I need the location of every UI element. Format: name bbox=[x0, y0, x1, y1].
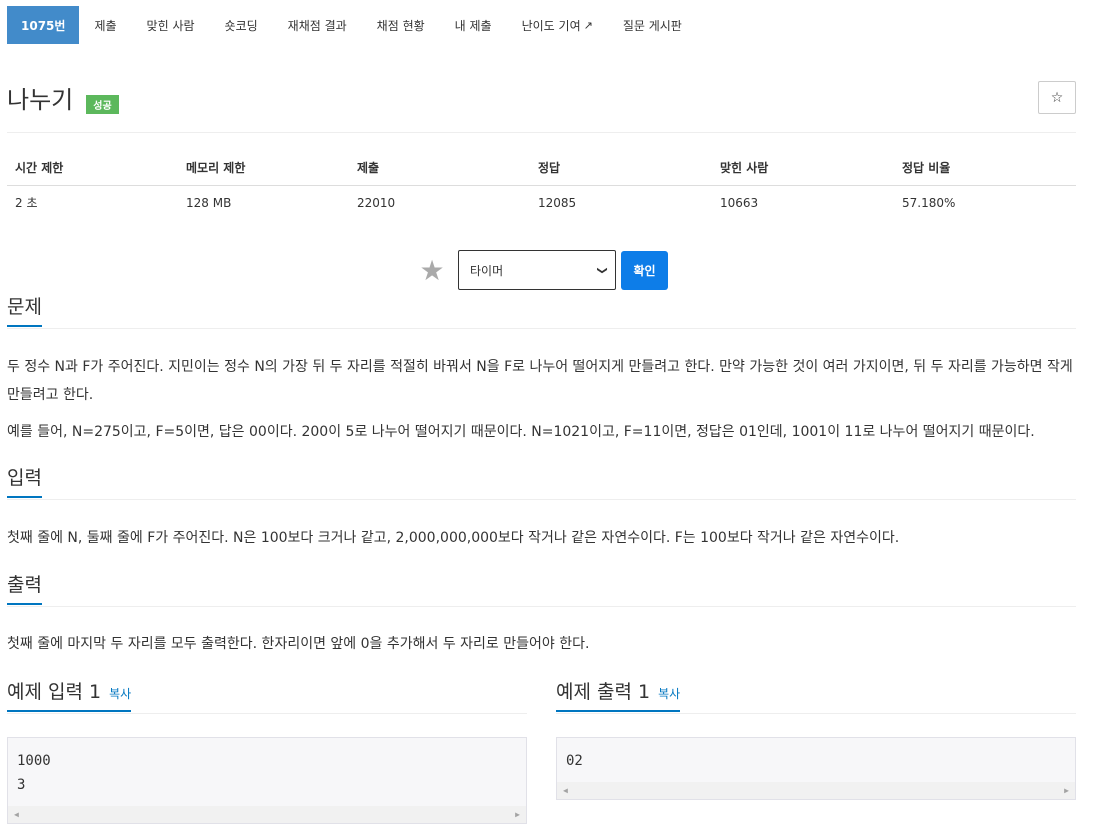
description-paragraph-1: 두 정수 N과 F가 주어진다. 지민이는 정수 N의 가장 뒤 두 자리를 적… bbox=[7, 359, 1073, 403]
solved-users-value: 10663 bbox=[720, 195, 759, 210]
problem-header: 나누기 성공 ☆ bbox=[7, 78, 1076, 124]
favorite-button[interactable]: ☆ bbox=[1038, 81, 1076, 114]
tier-select[interactable]: 타이머 ❯ bbox=[458, 250, 616, 290]
section-title-description: 문제 bbox=[7, 297, 42, 327]
scroll-left-icon[interactable]: ◀ bbox=[14, 810, 19, 819]
section-divider bbox=[7, 606, 1076, 607]
horizontal-scrollbar[interactable]: ◀ ▶ bbox=[557, 782, 1075, 799]
section-divider bbox=[7, 499, 1076, 500]
output-description: 첫째 줄에 마지막 두 자리를 모두 출력한다. 한자리이면 앞에 0을 추가해… bbox=[7, 636, 590, 652]
header-accepted: 정답 bbox=[530, 150, 712, 186]
sample-input-box[interactable]: 1000 3 ◀ ▶ bbox=[7, 737, 527, 824]
header-solved-users: 맞힌 사람 bbox=[712, 150, 894, 186]
confirm-button[interactable]: 확인 bbox=[621, 250, 668, 290]
header-submissions: 제출 bbox=[349, 150, 530, 186]
tab-my-submissions[interactable]: 내 제출 bbox=[440, 6, 507, 44]
star-icon: ☆ bbox=[1050, 89, 1064, 106]
copy-sample-input-link[interactable]: 복사 bbox=[109, 687, 131, 701]
section-divider bbox=[7, 328, 1076, 329]
tier-vote-row: ★ 타이머 ❯ 확인 bbox=[417, 250, 668, 290]
tab-short-coding[interactable]: 숏코딩 bbox=[210, 6, 273, 44]
title-divider bbox=[7, 132, 1076, 133]
horizontal-scrollbar[interactable]: ◀ ▶ bbox=[8, 806, 526, 823]
tab-qna-board[interactable]: 질문 게시판 bbox=[608, 6, 697, 44]
accepted-value: 12085 bbox=[538, 195, 577, 210]
time-limit-value: 2 초 bbox=[15, 196, 38, 211]
problem-title: 나누기 bbox=[7, 86, 74, 114]
copy-sample-output-link[interactable]: 복사 bbox=[658, 687, 680, 701]
sample-output-box[interactable]: 02 ◀ ▶ bbox=[556, 737, 1076, 800]
submissions-value: 22010 bbox=[357, 195, 396, 210]
chevron-down-icon: ❯ bbox=[596, 265, 608, 275]
section-title-sample-output: 예제 출력 1 복사 bbox=[556, 681, 681, 712]
tab-difficulty-label: 난이도 기여 bbox=[521, 18, 581, 33]
info-value-row: 2 초 128 MB 22010 12085 10663 57.180% bbox=[7, 185, 1076, 220]
input-description: 첫째 줄에 N, 둘째 줄에 F가 주어진다. N은 100보다 크거나 같고,… bbox=[7, 530, 900, 546]
tab-difficulty-contribution[interactable]: 난이도 기여 ↗ bbox=[507, 6, 608, 44]
section-divider bbox=[7, 713, 527, 714]
section-divider bbox=[556, 713, 1076, 714]
tab-problem[interactable]: 1075번 bbox=[7, 6, 80, 44]
sample-input-title: 예제 입력 1 bbox=[7, 681, 102, 703]
tab-submit[interactable]: 제출 bbox=[79, 6, 131, 44]
sample-output-text: 02 bbox=[566, 753, 583, 769]
header-time-limit: 시간 제한 bbox=[7, 150, 178, 186]
tab-judge-status[interactable]: 채점 현황 bbox=[362, 6, 440, 44]
sample-output-title: 예제 출력 1 bbox=[556, 681, 651, 703]
section-title-sample-input: 예제 입력 1 복사 bbox=[7, 681, 132, 712]
status-badge: 성공 bbox=[86, 95, 119, 114]
header-memory-limit: 메모리 제한 bbox=[178, 150, 349, 186]
tier-select-value: 타이머 bbox=[470, 263, 504, 278]
scroll-right-icon[interactable]: ▶ bbox=[1064, 786, 1069, 795]
scroll-right-icon[interactable]: ▶ bbox=[515, 810, 520, 819]
info-header-row: 시간 제한 메모리 제한 제출 정답 맞힌 사람 정답 비율 bbox=[7, 150, 1076, 186]
accept-rate-value: 57.180% bbox=[902, 195, 956, 210]
sample-input-text: 1000 3 bbox=[17, 753, 51, 793]
scroll-left-icon[interactable]: ◀ bbox=[563, 786, 568, 795]
problem-nav: 1075번 제출 맞힌 사람 숏코딩 재채점 결과 채점 현황 내 제출 난이도… bbox=[7, 6, 697, 44]
problem-info-table: 시간 제한 메모리 제한 제출 정답 맞힌 사람 정답 비율 2 초 128 M… bbox=[7, 150, 1076, 220]
tab-rejudge-results[interactable]: 재채점 결과 bbox=[273, 6, 362, 44]
memory-limit-value: 128 MB bbox=[186, 195, 232, 210]
description-paragraph-2: 예를 들어, N=275이고, F=5이면, 답은 00이다. 200이 5로 … bbox=[7, 424, 1035, 440]
section-title-output: 출력 bbox=[7, 575, 42, 605]
tab-solved-users[interactable]: 맞힌 사람 bbox=[132, 6, 210, 44]
star-icon: ★ bbox=[419, 253, 445, 287]
header-accept-rate: 정답 비율 bbox=[894, 150, 1076, 186]
external-link-icon: ↗ bbox=[583, 18, 593, 32]
section-title-input: 입력 bbox=[7, 468, 42, 498]
